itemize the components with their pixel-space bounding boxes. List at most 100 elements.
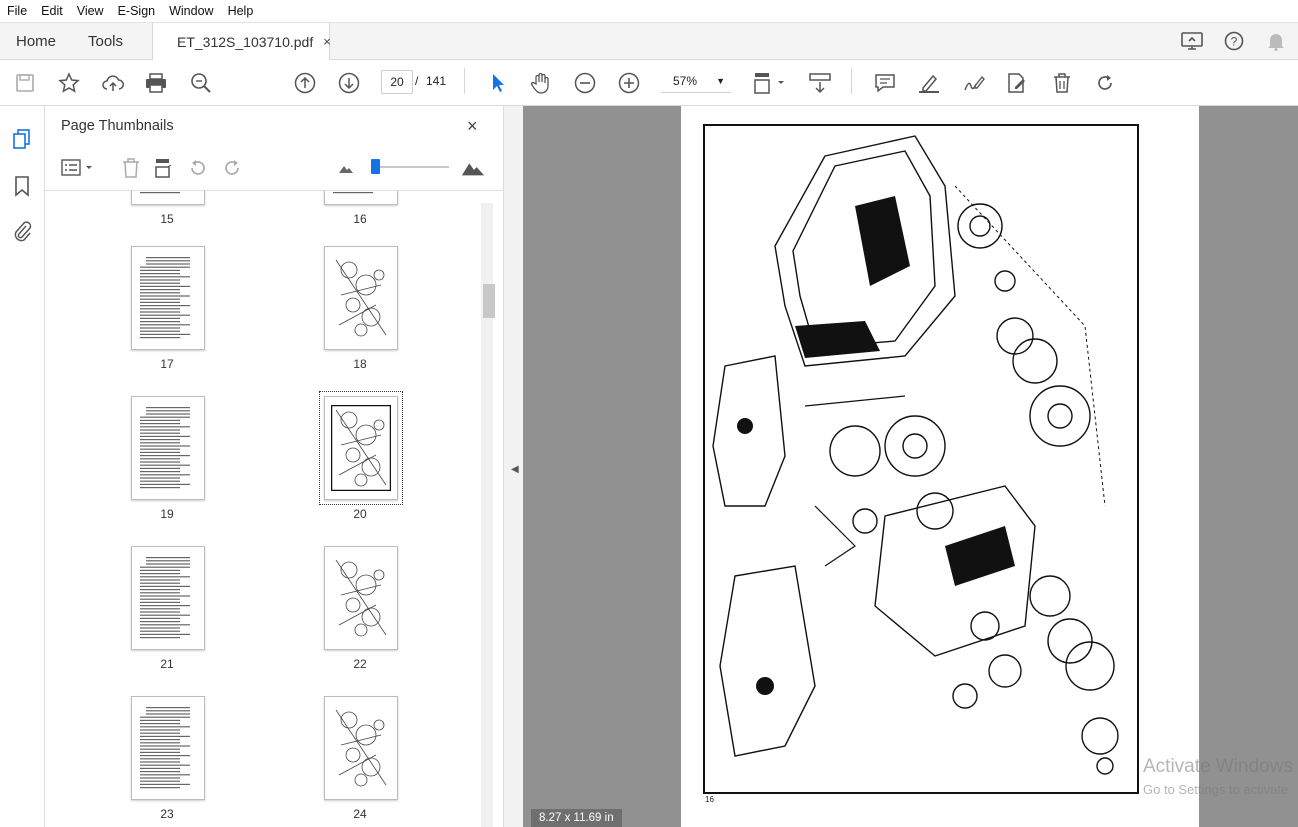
- exploded-parts-drawing: [703, 124, 1139, 794]
- page-thumbnail[interactable]: [131, 246, 205, 350]
- notification-bell-icon[interactable]: [1264, 29, 1288, 53]
- tab-bar: Home Tools ET_312S_103710.pdf × ?: [0, 23, 1298, 60]
- zoom-select[interactable]: 57% ▼: [661, 70, 731, 93]
- thumbnail-list: 15 16 17 18 19 20 21 22 23 24: [59, 191, 481, 827]
- previous-page-icon[interactable]: [291, 69, 319, 97]
- zoom-value: 57%: [673, 74, 698, 88]
- menu-esign[interactable]: E-Sign: [111, 4, 163, 18]
- page-fit-icon[interactable]: [751, 69, 787, 97]
- chevron-down-icon: ▼: [716, 76, 725, 86]
- rotate-icon[interactable]: [1091, 69, 1119, 97]
- delete-page-icon[interactable]: [119, 156, 143, 180]
- help-icon[interactable]: ?: [1222, 29, 1246, 53]
- thumbnail-list-preview: [140, 707, 190, 789]
- thumbnail-page-label: 18: [353, 357, 367, 371]
- thumbnail-list-preview: [140, 192, 180, 194]
- printed-page-number: 16: [705, 795, 714, 804]
- thumbnail-list-preview: [140, 407, 190, 489]
- rotate-counterclockwise-icon[interactable]: [186, 156, 210, 180]
- page-thumbnail[interactable]: [131, 396, 205, 500]
- thumbnail-drawing-preview: [335, 259, 387, 337]
- attachment-paperclip-icon[interactable]: [10, 219, 34, 243]
- left-nav-rail: [0, 106, 45, 827]
- menu-view[interactable]: View: [70, 4, 111, 18]
- zoom-out-icon[interactable]: [571, 69, 599, 97]
- hand-tool-icon[interactable]: [527, 69, 555, 97]
- page-number-input[interactable]: 20: [381, 70, 413, 94]
- thumbnail-drawing-preview: [335, 559, 387, 637]
- page-size-badge: 8.27 x 11.69 in: [531, 809, 622, 827]
- save-icon[interactable]: [11, 69, 39, 97]
- thumbnail-page-label: 23: [160, 807, 174, 821]
- thumbnail-size-slider[interactable]: [375, 166, 449, 168]
- thumbnail-size-slider-knob[interactable]: [371, 159, 380, 174]
- draw-signature-icon[interactable]: [959, 69, 987, 97]
- page-thumbnail[interactable]: [324, 696, 398, 800]
- menu-file[interactable]: File: [0, 4, 34, 18]
- page-thumbnail[interactable]: [319, 391, 403, 505]
- page-thumbnail[interactable]: [324, 246, 398, 350]
- menu-help[interactable]: Help: [221, 4, 261, 18]
- star-bookmark-icon[interactable]: [55, 69, 83, 97]
- thumbnail-page-label: 20: [353, 507, 367, 521]
- page-thumbnail[interactable]: [131, 696, 205, 800]
- document-tab-title: ET_312S_103710.pdf: [177, 33, 314, 50]
- page-thumbnail[interactable]: [324, 546, 398, 650]
- page-thumbnail[interactable]: [131, 546, 205, 650]
- page-separator: /: [415, 74, 419, 88]
- insert-page-icon[interactable]: [152, 156, 176, 180]
- thumbnail-page-label: 21: [160, 657, 174, 671]
- thumbnail-toolbar: [45, 146, 503, 191]
- total-pages: 141: [426, 74, 447, 88]
- thumbnail-list-preview: [140, 557, 190, 639]
- thumbnail-page-label: 16: [353, 212, 367, 226]
- page-thumbnail[interactable]: [324, 191, 398, 205]
- delete-trash-icon[interactable]: [1048, 69, 1076, 97]
- thumbnail-page-label: 22: [353, 657, 367, 671]
- share-screen-icon[interactable]: [1180, 29, 1204, 53]
- select-cursor-icon[interactable]: [484, 69, 512, 97]
- small-thumbnail-icon[interactable]: [334, 156, 358, 180]
- thumbnail-list-preview: [140, 257, 190, 339]
- highlight-pen-icon[interactable]: [915, 69, 943, 97]
- bookmark-icon[interactable]: [10, 174, 34, 198]
- gearbox-exploded-diagram: [712, 135, 1119, 775]
- cloud-upload-icon[interactable]: [99, 69, 127, 97]
- menu-bar: File Edit View E-Sign Window Help: [0, 0, 1298, 23]
- activation-watermark-title: Activate Windows: [1143, 756, 1293, 777]
- zoom-in-icon[interactable]: [615, 69, 643, 97]
- menu-window[interactable]: Window: [162, 4, 220, 18]
- rotate-clockwise-icon[interactable]: [220, 156, 244, 180]
- tab-document[interactable]: ET_312S_103710.pdf ×: [152, 23, 331, 60]
- activation-watermark-subtitle: Go to Settings to activate: [1143, 782, 1289, 797]
- main-toolbar: [0, 60, 1298, 106]
- thumbnail-drawing-preview: [331, 405, 391, 491]
- thumbnail-page-label: 24: [353, 807, 367, 821]
- pdf-page: 16: [681, 106, 1199, 827]
- tab-tools[interactable]: Tools: [88, 23, 123, 59]
- menu-edit[interactable]: Edit: [34, 4, 70, 18]
- collapse-arrow-icon[interactable]: ◀: [511, 464, 519, 475]
- thumbnail-options-icon[interactable]: [61, 156, 95, 180]
- thumbnails-panel: Page Thumbnails × 15 16 17 18 19 20 21 22 23 24: [45, 106, 503, 827]
- comment-icon[interactable]: [871, 69, 899, 97]
- page-thumbnail[interactable]: [131, 191, 205, 205]
- scroll-mode-icon[interactable]: [806, 69, 834, 97]
- tab-home[interactable]: Home: [16, 23, 56, 59]
- next-page-icon[interactable]: [335, 69, 363, 97]
- zoom-search-icon[interactable]: [187, 69, 215, 97]
- thumbnail-page-label: 19: [160, 507, 174, 521]
- thumbnail-scrollbar-thumb[interactable]: [483, 284, 495, 318]
- edit-document-icon[interactable]: [1003, 69, 1031, 97]
- svg-text:?: ?: [1231, 35, 1238, 49]
- panel-title: Page Thumbnails: [61, 118, 174, 134]
- print-icon[interactable]: [142, 69, 170, 97]
- document-viewer[interactable]: 16 8.27 x 11.69 in Activate Windows Go t…: [523, 106, 1298, 827]
- panel-splitter[interactable]: ◀: [503, 106, 524, 827]
- close-tab-icon[interactable]: ×: [323, 34, 331, 49]
- close-panel-icon[interactable]: ×: [467, 116, 478, 137]
- thumbnail-page-label: 15: [160, 212, 174, 226]
- page-thumbnails-icon[interactable]: [10, 127, 34, 151]
- large-thumbnail-icon[interactable]: [461, 156, 485, 180]
- thumbnail-list-preview: [333, 192, 373, 194]
